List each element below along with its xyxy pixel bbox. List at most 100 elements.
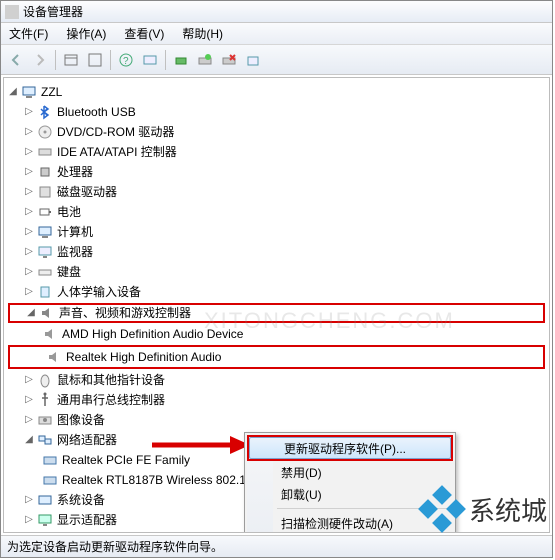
brand-logo: 系统城	[421, 488, 547, 530]
tree-category[interactable]: ▷ IDE ATA/ATAPI 控制器	[6, 142, 547, 162]
nic-icon	[42, 472, 58, 488]
display-icon	[37, 512, 53, 528]
statusbar: 为选定设备启动更新驱动程序软件向导。	[1, 535, 552, 557]
sound-device-selected[interactable]: Realtek High Definition Audio	[10, 347, 543, 367]
speaker-icon	[46, 349, 62, 365]
tree-category[interactable]: ▷ 处理器	[6, 162, 547, 182]
speaker-icon	[42, 326, 58, 342]
properties-button[interactable]	[84, 49, 106, 71]
menu-update-driver[interactable]: 更新驱动程序软件(P)...	[249, 437, 451, 459]
tree-item-label: 监视器	[57, 242, 93, 262]
battery-icon	[37, 204, 53, 220]
scan-button[interactable]	[242, 49, 264, 71]
app-icon	[5, 5, 19, 19]
menubar: 文件(F) 操作(A) 查看(V) 帮助(H)	[1, 23, 552, 45]
tree-item-label: Realtek PCIe FE Family	[62, 450, 190, 470]
tree-category[interactable]: ▷ 人体学输入设备	[6, 282, 547, 302]
view-button[interactable]	[139, 49, 161, 71]
titlebar: 设备管理器	[1, 1, 552, 23]
menu-label: 卸载(U)	[281, 486, 322, 503]
menu-disable[interactable]: 禁用(D)	[247, 461, 453, 483]
system-icon	[37, 492, 53, 508]
sound-category[interactable]: ◢ 声音、视频和游戏控制器	[8, 303, 545, 323]
tree-item-label: Realtek High Definition Audio	[66, 347, 221, 367]
tree-item-label: 人体学输入设备	[57, 282, 141, 302]
expand-icon[interactable]: ▷	[22, 245, 36, 259]
window-title: 设备管理器	[23, 3, 83, 20]
update-driver-button[interactable]	[194, 49, 216, 71]
tool1-button[interactable]	[170, 49, 192, 71]
expand-icon[interactable]: ▷	[22, 105, 36, 119]
help-button[interactable]: ?	[115, 49, 137, 71]
tree-category[interactable]: ▷电池	[6, 202, 547, 222]
svg-text:?: ?	[123, 56, 129, 67]
logo-text: 系统城	[469, 491, 547, 528]
tree-root[interactable]: ◢ ZZL	[6, 82, 547, 102]
cpu-icon	[37, 164, 53, 180]
mouse-icon	[37, 372, 53, 388]
collapse-icon[interactable]: ◢	[6, 85, 20, 99]
tree-item-label: 鼠标和其他指针设备	[57, 370, 165, 390]
tree-category[interactable]: ▷Bluetooth USB	[6, 102, 547, 122]
root-label: ZZL	[41, 82, 62, 102]
expand-icon[interactable]: ▷	[22, 165, 36, 179]
disk-icon	[37, 184, 53, 200]
tree-category[interactable]: ▷ DVD/CD-ROM 驱动器	[6, 122, 547, 142]
expand-icon[interactable]: ▷	[22, 145, 36, 159]
tree-item-label: 图像设备	[57, 410, 105, 430]
menu-view[interactable]: 查看(V)	[120, 23, 168, 44]
tree-category[interactable]: ▷ 图像设备	[6, 410, 547, 430]
tree-category[interactable]: ▷通用串行总线控制器	[6, 390, 547, 410]
expand-icon[interactable]: ▷	[22, 413, 36, 427]
bluetooth-icon	[37, 104, 53, 120]
tree-item-label: 处理器	[57, 162, 93, 182]
expand-icon[interactable]: ▷	[22, 493, 36, 507]
back-button[interactable]	[5, 49, 27, 71]
ide-icon	[37, 144, 53, 160]
expand-icon[interactable]: ▷	[22, 205, 36, 219]
menu-file[interactable]: 文件(F)	[5, 23, 52, 44]
tree-item-label: IDE ATA/ATAPI 控制器	[57, 142, 177, 162]
tree-item-label: 系统设备	[57, 490, 105, 510]
menu-action[interactable]: 操作(A)	[62, 23, 110, 44]
tree-item-label: 计算机	[57, 222, 93, 242]
expand-icon[interactable]: ▷	[22, 125, 36, 139]
keyboard-icon	[37, 264, 53, 280]
menu-label: 扫描检测硬件改动(A)	[281, 515, 393, 532]
collapse-icon[interactable]: ◢	[22, 433, 36, 447]
computer-icon	[37, 224, 53, 240]
tree-category[interactable]: ▷ 磁盘驱动器	[6, 182, 547, 202]
expand-icon[interactable]: ▷	[22, 265, 36, 279]
sound-device[interactable]: AMD High Definition Audio Device	[6, 324, 547, 344]
uninstall-button[interactable]	[218, 49, 240, 71]
show-hide-button[interactable]	[60, 49, 82, 71]
menu-help[interactable]: 帮助(H)	[178, 23, 227, 44]
toolbar: ?	[1, 45, 552, 75]
expand-icon[interactable]: ▷	[22, 285, 36, 299]
tree-item-label: 网络适配器	[57, 430, 117, 450]
tree-item-label: DVD/CD-ROM 驱动器	[57, 122, 174, 142]
tree-item-label: 显示适配器	[57, 510, 117, 530]
forward-button[interactable]	[29, 49, 51, 71]
tree-item-label: 磁盘驱动器	[57, 182, 117, 202]
expand-icon[interactable]: ▷	[22, 393, 36, 407]
device-tree[interactable]: ◢ ZZL ▷Bluetooth USB▷DVD/CD-ROM 驱动器▷IDE …	[3, 77, 550, 533]
nic-icon	[42, 452, 58, 468]
tree-category[interactable]: ▷ 鼠标和其他指针设备	[6, 370, 547, 390]
tree-category[interactable]: ▷ 计算机	[6, 222, 547, 242]
collapse-icon[interactable]: ◢	[24, 306, 38, 320]
usb-icon	[37, 392, 53, 408]
menu-label: 更新驱动程序软件(P)...	[284, 440, 406, 457]
computer-icon	[21, 84, 37, 100]
hid-icon	[37, 284, 53, 300]
expand-icon[interactable]: ▷	[22, 513, 36, 527]
camera-icon	[37, 412, 53, 428]
network-icon	[37, 432, 53, 448]
disc-icon	[37, 124, 53, 140]
tree-category[interactable]: ▷ 监视器	[6, 242, 547, 262]
tree-item-label: 声音、视频和游戏控制器	[59, 303, 191, 323]
expand-icon[interactable]: ▷	[22, 185, 36, 199]
tree-category[interactable]: ▷键盘	[6, 262, 547, 282]
expand-icon[interactable]: ▷	[22, 225, 36, 239]
expand-icon[interactable]: ▷	[22, 373, 36, 387]
